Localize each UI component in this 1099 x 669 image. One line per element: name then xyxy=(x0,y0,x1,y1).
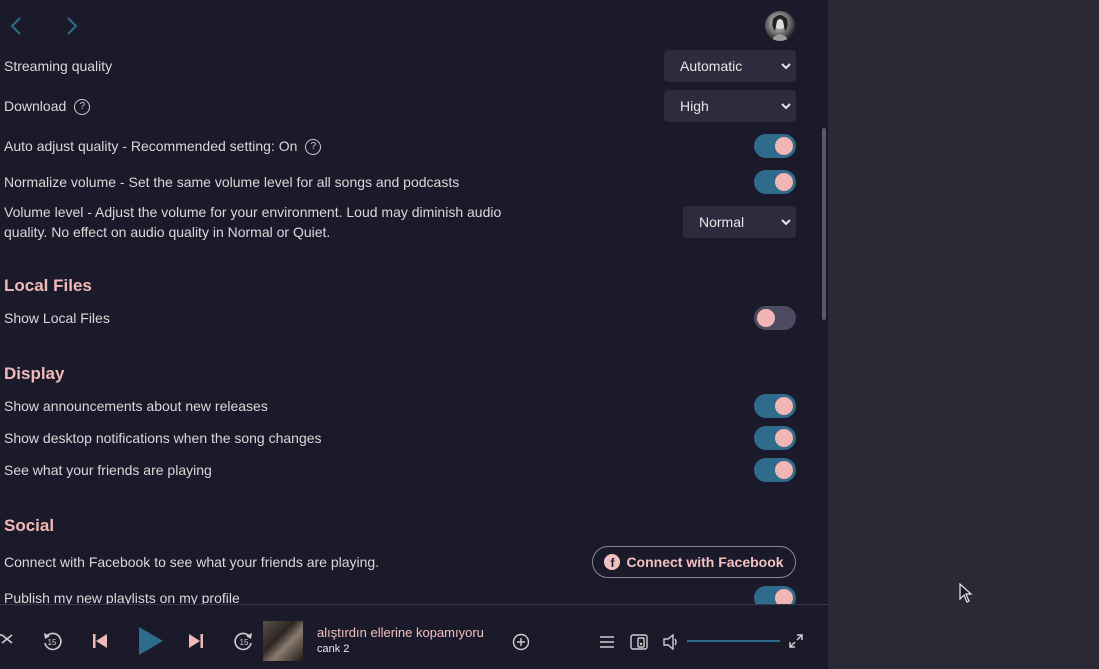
add-to-library-icon[interactable] xyxy=(511,632,531,652)
auto-adjust-toggle[interactable] xyxy=(754,134,796,158)
friends-playing-toggle[interactable] xyxy=(754,458,796,482)
chevron-down-icon xyxy=(781,103,791,110)
download-quality-select[interactable]: High xyxy=(664,90,796,122)
chevron-down-icon xyxy=(781,219,791,226)
next-track-icon[interactable] xyxy=(186,631,206,651)
shuffle-icon[interactable] xyxy=(0,629,14,649)
show-local-files-toggle[interactable] xyxy=(754,306,796,330)
fullscreen-icon[interactable] xyxy=(786,631,806,651)
desktop-background xyxy=(828,0,1099,669)
volume-level-label: Volume level - Adjust the volume for you… xyxy=(4,204,502,240)
back-arrow-icon[interactable] xyxy=(4,14,28,38)
publish-playlists-label: Publish my new playlists on my profile xyxy=(4,590,240,604)
desktop-notifications-toggle[interactable] xyxy=(754,426,796,450)
player-bar: 15 15 alıştırdın ellerine kopamıyoru can… xyxy=(0,604,828,669)
skip-forward-15-icon[interactable]: 15 xyxy=(232,629,256,653)
announcements-toggle[interactable] xyxy=(754,394,796,418)
skip-back-15-icon[interactable]: 15 xyxy=(40,629,64,653)
forward-arrow-icon[interactable] xyxy=(60,14,84,38)
help-icon[interactable]: ? xyxy=(74,99,91,116)
settings-scrollbar[interactable] xyxy=(822,128,826,320)
volume-icon[interactable] xyxy=(661,632,681,652)
chevron-down-icon xyxy=(781,63,791,70)
svg-text:15: 15 xyxy=(240,638,249,647)
user-avatar[interactable] xyxy=(765,11,795,41)
connect-device-icon[interactable] xyxy=(629,632,649,652)
normalize-volume-label: Normalize volume - Set the same volume l… xyxy=(4,174,460,190)
play-button[interactable] xyxy=(134,625,166,657)
streaming-quality-select[interactable]: Automatic xyxy=(664,50,796,82)
mouse-cursor-icon xyxy=(959,583,973,603)
auto-adjust-row: Auto adjust quality - Recommended settin… xyxy=(4,136,322,156)
previous-track-icon[interactable] xyxy=(90,631,110,651)
friends-playing-label: See what your friends are playing xyxy=(4,462,212,478)
auto-adjust-label: Auto adjust quality - Recommended settin… xyxy=(4,138,298,154)
volume-slider[interactable] xyxy=(687,640,780,642)
svg-text:15: 15 xyxy=(48,638,57,647)
publish-playlists-toggle[interactable] xyxy=(754,586,796,604)
download-label: Download xyxy=(4,98,67,114)
desktop-notifications-label: Show desktop notifications when the song… xyxy=(4,430,322,446)
queue-icon[interactable] xyxy=(597,632,617,652)
normalize-volume-toggle[interactable] xyxy=(754,170,796,194)
facebook-connect-text: Connect with Facebook to see what your f… xyxy=(4,554,380,570)
facebook-icon: f xyxy=(604,554,621,570)
display-heading: Display xyxy=(4,364,65,383)
connect-facebook-button[interactable]: f Connect with Facebook xyxy=(592,546,796,578)
show-local-files-label: Show Local Files xyxy=(4,310,110,326)
social-heading: Social xyxy=(4,516,55,535)
streaming-quality-label: Streaming quality xyxy=(4,58,113,74)
volume-level-select[interactable]: Normal xyxy=(683,206,796,238)
announcements-label: Show announcements about new releases xyxy=(4,398,268,414)
local-files-heading: Local Files xyxy=(4,276,92,295)
help-icon[interactable]: ? xyxy=(305,139,322,156)
track-title[interactable]: alıştırdın ellerine kopamıyoru xyxy=(317,625,484,640)
download-row: Download? xyxy=(4,96,91,116)
settings-panel: Streaming quality Automatic Download? Hi… xyxy=(0,46,812,604)
app-window: Streaming quality Automatic Download? Hi… xyxy=(0,0,828,669)
track-artist[interactable]: cank 2 xyxy=(317,643,349,655)
album-art[interactable] xyxy=(263,621,303,661)
